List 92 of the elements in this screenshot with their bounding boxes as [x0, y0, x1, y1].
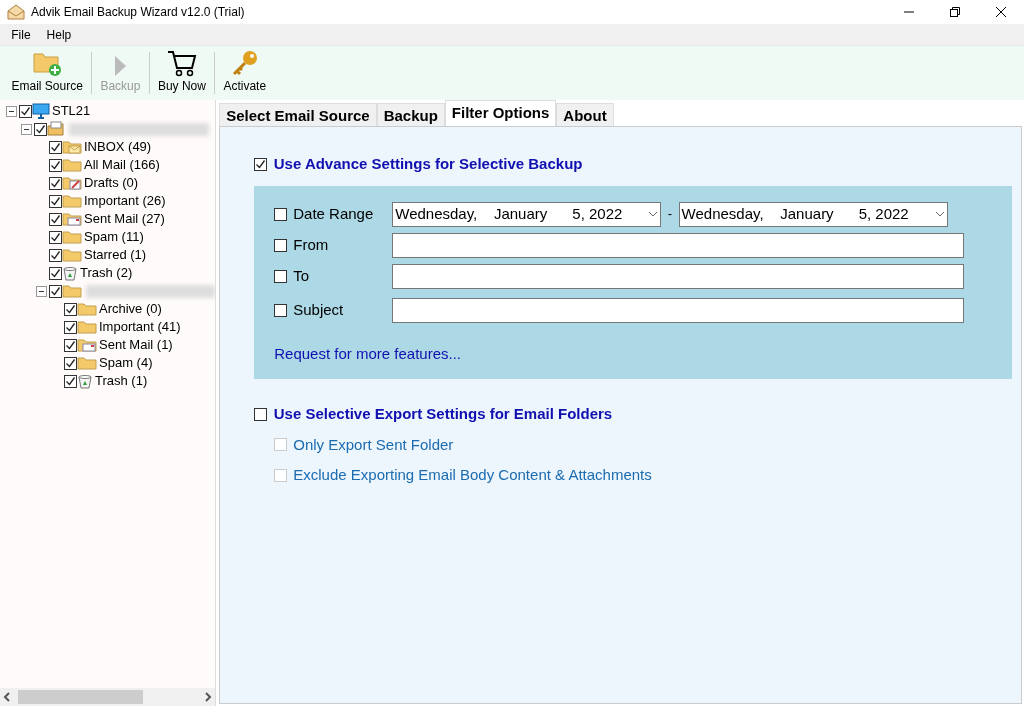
restore-icon[interactable] — [950, 7, 960, 17]
checkbox[interactable] — [49, 248, 62, 262]
tree-item-label[interactable]: Spam (11) — [84, 227, 144, 247]
checkbox[interactable] — [64, 338, 77, 352]
folder-letter-icon — [77, 338, 97, 352]
checkbox[interactable] — [49, 266, 62, 280]
tree-item-label[interactable]: Trash (1) — [95, 371, 148, 391]
checkbox[interactable] — [64, 374, 77, 388]
tree-item-label[interactable]: Archive (0) — [99, 299, 162, 319]
monitor-icon — [32, 103, 50, 119]
folder-icon — [62, 230, 82, 244]
menu-item[interactable]: File — [3, 25, 39, 44]
checkbox[interactable] — [274, 239, 288, 252]
checkbox[interactable] — [254, 407, 268, 421]
collapse-toggle[interactable] — [21, 123, 32, 135]
field-label: Date Range — [293, 203, 374, 224]
checkbox[interactable] — [254, 157, 268, 171]
folder-icon — [62, 194, 82, 208]
date-picker[interactable]: Wednesday, January 5, 2022 — [678, 201, 948, 227]
checkbox[interactable] — [19, 104, 32, 118]
tree-item-label[interactable]: Important (26) — [84, 191, 166, 211]
menu-item[interactable]: Help — [38, 25, 80, 44]
close-icon[interactable] — [996, 7, 1006, 17]
key-icon — [230, 48, 259, 77]
collapse-toggle[interactable] — [36, 285, 47, 297]
folder-icon — [62, 248, 82, 262]
checkbox[interactable] — [49, 176, 62, 190]
tree-item-label[interactable]: Trash (2) — [80, 263, 133, 283]
checkbox[interactable] — [274, 270, 288, 283]
folder-letter-icon — [62, 212, 82, 226]
field-label: Subject — [293, 300, 344, 321]
checkbox[interactable] — [34, 122, 47, 136]
date-picker[interactable]: Wednesday, January 5, 2022 — [392, 201, 662, 227]
play-icon — [113, 54, 128, 77]
field-label: From — [293, 235, 329, 256]
trash-icon — [62, 265, 78, 281]
tree-item-label[interactable]: STL21 — [52, 101, 91, 121]
folder-stack-icon — [47, 121, 65, 137]
checkbox[interactable] — [49, 212, 62, 226]
text-field[interactable] — [392, 264, 965, 289]
horizontal-scrollbar[interactable] — [0, 688, 215, 706]
folder-icon — [62, 284, 82, 298]
tree-item-label[interactable]: Sent Mail (1) — [99, 335, 173, 355]
cart-icon — [166, 48, 197, 77]
checkbox[interactable] — [49, 284, 62, 298]
checkbox[interactable] — [274, 304, 288, 317]
toolbar-button[interactable]: Activate — [218, 44, 272, 97]
dropdown-caret-icon — [648, 211, 659, 217]
folder-icon — [77, 320, 97, 334]
tree-item-label[interactable]: Sent Mail (27) — [84, 209, 165, 229]
option-label: Only Export Sent Folder — [293, 434, 454, 455]
tree-item-label[interactable]: Important (41) — [99, 317, 181, 337]
section-heading: Use Selective Export Settings for Email Folders — [273, 404, 613, 424]
trash-icon — [77, 373, 93, 389]
tab[interactable]: About — [556, 103, 614, 126]
window-title: Advik Email Backup Wizard v12.0 (Trial) — [31, 4, 246, 21]
text-field[interactable] — [392, 233, 965, 258]
checkbox[interactable] — [274, 207, 288, 221]
folder-icon — [62, 158, 82, 172]
tree-item-label[interactable]: Spam (4) — [99, 353, 153, 373]
toolbar-button[interactable]: Buy Now — [152, 44, 211, 97]
tree-item-label[interactable]: INBOX (49) — [84, 137, 152, 157]
folder-pencil-icon — [62, 176, 82, 190]
tab[interactable]: Filter Options — [444, 100, 557, 126]
checkbox[interactable] — [64, 302, 77, 316]
app-envelope-icon — [6, 4, 25, 20]
tab[interactable]: Select Email Source — [219, 103, 377, 126]
checkbox[interactable] — [64, 320, 77, 334]
tab[interactable]: Backup — [376, 103, 445, 126]
scroll-right-icon[interactable] — [203, 692, 212, 702]
tree-item-label[interactable]: All Mail (166) — [84, 155, 160, 175]
tree-item-label[interactable]: Drafts (0) — [84, 173, 139, 193]
field-label: To — [293, 266, 310, 287]
dropdown-caret-icon — [934, 211, 945, 217]
date-separator: - — [667, 205, 673, 224]
checkbox[interactable] — [49, 158, 62, 172]
request-features-link[interactable]: Request for more features... — [274, 344, 461, 362]
checkbox[interactable] — [64, 356, 77, 370]
section-heading: Use Advance Settings for Selective Backup — [273, 154, 583, 174]
scroll-left-icon[interactable] — [3, 692, 12, 702]
scrollbar-thumb[interactable] — [17, 690, 143, 704]
tree-item-label[interactable]: Starred (1) — [84, 245, 147, 265]
checkbox[interactable] — [49, 194, 62, 208]
checkbox[interactable] — [49, 230, 62, 244]
collapse-toggle[interactable] — [6, 105, 17, 117]
option-label: Exclude Exporting Email Body Content & Attachments — [293, 465, 652, 485]
folder-icon — [77, 302, 97, 316]
folder-envelope-icon — [62, 140, 82, 154]
folder-icon — [77, 356, 97, 370]
checkbox[interactable] — [49, 140, 62, 154]
text-field[interactable] — [392, 298, 965, 323]
toolbar-button[interactable]: Email Source — [6, 44, 88, 97]
